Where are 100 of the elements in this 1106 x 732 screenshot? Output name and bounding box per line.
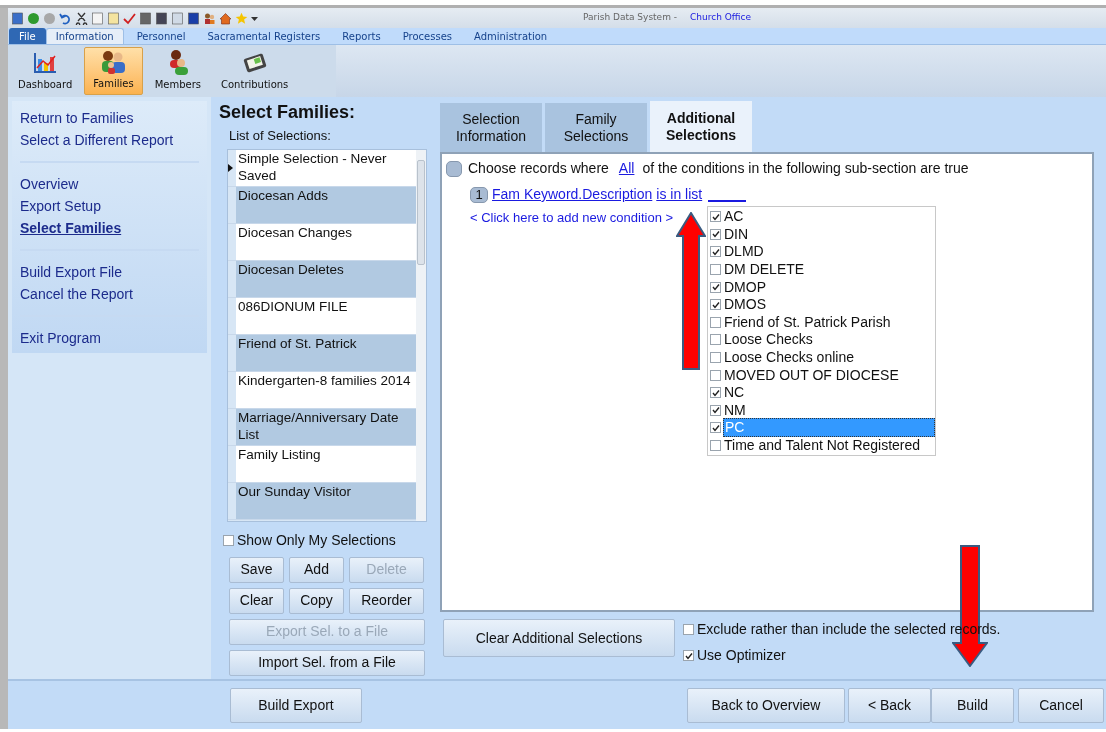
spellcheck-icon[interactable] bbox=[123, 11, 136, 25]
keyword-item[interactable]: DIN bbox=[723, 225, 935, 243]
selection-row[interactable]: Marriage/Anniversary Date List bbox=[228, 408, 416, 446]
row-pointer-icon bbox=[228, 163, 233, 172]
keyword-item[interactable]: DMOS bbox=[723, 296, 935, 314]
keyword-checkbox[interactable] bbox=[710, 334, 721, 346]
nav-link[interactable]: Select a Different Report bbox=[20, 129, 174, 151]
group-toggle-icon[interactable] bbox=[446, 160, 462, 177]
selection-row[interactable]: Diocesan Adds bbox=[228, 186, 416, 224]
add-condition-link[interactable]: < Click here to add new condition > bbox=[470, 208, 674, 228]
keyword-item[interactable]: Time and Talent Not Registered bbox=[723, 437, 935, 454]
selection-row[interactable]: Simple Selection - Never Saved bbox=[228, 149, 416, 187]
ribbon-tab[interactable]: Processes bbox=[393, 28, 461, 44]
keyword-item[interactable]: Loose Checks bbox=[723, 331, 935, 349]
ribbon-tab[interactable]: Administration bbox=[465, 28, 557, 44]
keyword-checkbox[interactable] bbox=[710, 369, 721, 381]
keyword-checkbox[interactable] bbox=[710, 228, 721, 240]
family-icon bbox=[99, 50, 128, 74]
footer-button[interactable]: Cancel bbox=[1018, 687, 1104, 723]
keyword-item[interactable]: Friend of St. Patrick Parish bbox=[723, 313, 935, 331]
keyword-item[interactable]: DMOP bbox=[723, 278, 935, 296]
selection-row[interactable]: Friend of St. Patrick bbox=[228, 334, 416, 372]
ribbon-tab[interactable]: Sacramental Registers bbox=[198, 28, 330, 44]
undo-icon[interactable] bbox=[59, 11, 72, 25]
criteria-text: Choose records where bbox=[468, 159, 609, 178]
home-icon[interactable] bbox=[219, 11, 232, 25]
nav-link[interactable]: Select Families bbox=[20, 217, 122, 239]
criteria-text: of the conditions in the following sub-section are true bbox=[642, 159, 969, 178]
keyword-checkbox[interactable] bbox=[710, 246, 721, 258]
keyword-checkbox[interactable] bbox=[710, 316, 721, 328]
app-icon[interactable] bbox=[11, 11, 24, 25]
nav-link[interactable]: Overview bbox=[20, 173, 79, 195]
checkbox-label: Use Optimizer bbox=[697, 646, 786, 665]
keyword-checkbox[interactable] bbox=[710, 387, 721, 399]
nav-link[interactable]: Build Export File bbox=[20, 261, 122, 283]
selection-row[interactable]: 086DIONUM FILE bbox=[228, 297, 416, 335]
keyword-checkbox[interactable] bbox=[710, 422, 721, 434]
keyword-item[interactable]: NM bbox=[723, 401, 935, 419]
keyword-checkbox[interactable] bbox=[710, 281, 721, 293]
footer-button[interactable]: Build bbox=[931, 687, 1014, 723]
ribbon-button[interactable]: Dashboard bbox=[10, 47, 81, 95]
list-action-button[interactable]: Copy bbox=[289, 587, 344, 614]
panel-tab[interactable]: Family Selections bbox=[545, 103, 647, 152]
keyword-checkbox[interactable] bbox=[710, 352, 721, 364]
nav-link[interactable]: Return to Families bbox=[20, 107, 134, 129]
ribbon-button[interactable]: Families bbox=[84, 47, 143, 95]
app-title: Parish Data System - bbox=[583, 11, 677, 25]
ribbon-tab[interactable]: Reports bbox=[333, 28, 390, 44]
list-action-button[interactable]: Clear bbox=[229, 587, 284, 614]
checkbox-label: Show Only My Selections bbox=[237, 530, 396, 550]
people-icon[interactable] bbox=[203, 11, 216, 25]
operator-link[interactable]: is in list bbox=[656, 184, 703, 205]
checkbox[interactable] bbox=[683, 650, 694, 661]
condition-number: 1 bbox=[470, 186, 488, 203]
panel-tab[interactable]: Selection Information bbox=[440, 103, 542, 152]
clear-selections-button[interactable]: Clear Additional Selections bbox=[443, 619, 675, 657]
list-action-button[interactable]: Import Sel. from a File bbox=[229, 649, 425, 676]
ribbon-button[interactable]: Contributions bbox=[213, 47, 297, 95]
keyword-checkbox[interactable] bbox=[710, 211, 721, 223]
selection-row[interactable]: Diocesan Changes bbox=[228, 223, 416, 261]
keyword-checkbox[interactable] bbox=[710, 404, 721, 416]
keyword-item[interactable]: AC bbox=[723, 208, 935, 226]
section-title: Select Families: bbox=[219, 101, 357, 123]
build-export-button[interactable]: Build Export bbox=[230, 687, 362, 723]
list-action-button[interactable]: Save bbox=[229, 556, 284, 583]
ribbon-tab[interactable]: Information bbox=[45, 28, 124, 44]
checkbox[interactable] bbox=[683, 624, 694, 635]
keyword-checkbox[interactable] bbox=[710, 264, 721, 276]
footer-button[interactable]: Back to Overview bbox=[687, 687, 845, 723]
keyword-item[interactable]: MOVED OUT OF DIOCESE bbox=[723, 366, 935, 384]
list-label: List of Selections: bbox=[229, 127, 332, 145]
star-icon[interactable] bbox=[235, 11, 248, 25]
selection-row[interactable]: Kindergarten-8 families 2014 bbox=[228, 371, 416, 409]
keyword-item[interactable]: DM DELETE bbox=[723, 261, 935, 279]
footer-button[interactable]: < Back bbox=[848, 687, 931, 723]
selection-row[interactable]: Diocesan Deletes bbox=[228, 260, 416, 298]
nav-link[interactable]: Cancel the Report bbox=[20, 283, 133, 305]
keyword-checkbox[interactable] bbox=[710, 299, 721, 311]
checkbox[interactable] bbox=[223, 534, 234, 546]
nav-link[interactable]: Export Setup bbox=[20, 195, 101, 217]
office-title: Church Office bbox=[690, 11, 751, 25]
list-action-button[interactable]: Add bbox=[289, 556, 344, 583]
field-link[interactable]: Fam Keyword.Description bbox=[492, 184, 653, 205]
quantifier-link[interactable]: All bbox=[618, 158, 635, 179]
selection-row[interactable]: Our Sunday Visitor bbox=[228, 482, 416, 520]
cut-icon[interactable] bbox=[75, 11, 88, 25]
keyword-item[interactable]: NC bbox=[723, 384, 935, 402]
keyword-checkbox[interactable] bbox=[710, 440, 721, 451]
chart-icon bbox=[32, 51, 59, 75]
selection-row[interactable]: Family Listing bbox=[228, 445, 416, 483]
file-menu-button[interactable]: File bbox=[9, 28, 46, 44]
nav-link[interactable]: Exit Program bbox=[20, 327, 101, 349]
scrollbar[interactable] bbox=[416, 149, 426, 521]
panel-tab[interactable]: Additional Selections bbox=[650, 101, 752, 152]
keyword-item[interactable]: DLMD bbox=[723, 243, 935, 261]
dropdown-icon[interactable] bbox=[251, 14, 258, 22]
keyword-item[interactable]: Loose Checks online bbox=[723, 349, 935, 367]
ribbon-button[interactable]: Members bbox=[146, 47, 209, 95]
list-action-button[interactable]: Reorder bbox=[349, 587, 424, 614]
ribbon-tab[interactable]: Personnel bbox=[127, 28, 195, 44]
